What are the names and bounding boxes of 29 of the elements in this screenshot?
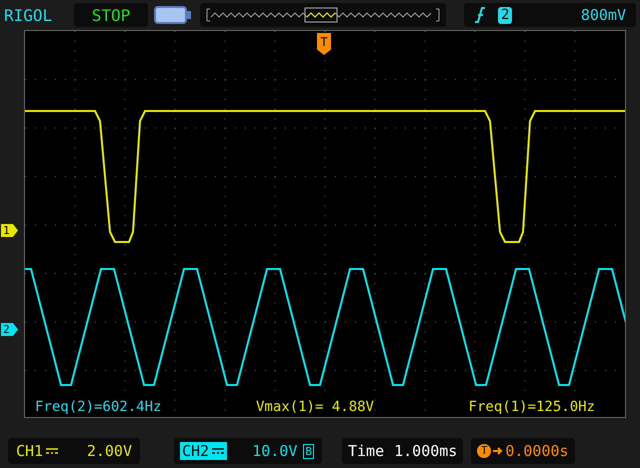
timebase-readout[interactable]: Time 1.000ms bbox=[342, 438, 464, 464]
scale-value: 2.00V bbox=[86, 442, 132, 460]
trigger-offset-value: 0.0000s bbox=[505, 442, 569, 460]
measurement-readout: Freq(2)=602.4Hz bbox=[35, 399, 162, 415]
rising-edge-icon bbox=[474, 7, 486, 23]
timebase-value: 1.000ms bbox=[394, 442, 458, 460]
measurement-readout: Freq(1)=125.0Hz bbox=[468, 399, 595, 415]
channel-label: CH2 bbox=[180, 442, 228, 460]
dc-coupling-icon bbox=[45, 447, 60, 455]
trigger-source: 2 bbox=[498, 6, 512, 24]
arrow-icon bbox=[493, 446, 504, 456]
channel-label: CH1 bbox=[14, 442, 62, 460]
bandwidth-limit-indicator: B bbox=[303, 444, 314, 458]
trigger-marker: T bbox=[317, 33, 331, 55]
channel-scale[interactable]: CH1 2.00V bbox=[8, 438, 140, 464]
battery-icon bbox=[154, 5, 192, 25]
trigger-status[interactable]: 2 800mV bbox=[464, 3, 636, 27]
trigger-offset-readout[interactable]: T 0.0000s bbox=[471, 438, 575, 464]
timebase-label: Time bbox=[348, 442, 384, 460]
dc-coupling-icon bbox=[211, 447, 226, 455]
trigger-level: 800mV bbox=[580, 6, 626, 24]
measurement-readout: Vmax(1)= 4.88V bbox=[256, 399, 374, 415]
run-state-indicator[interactable]: STOP bbox=[74, 3, 148, 27]
trigger-badge: T bbox=[477, 444, 492, 458]
scale-value: 10.0V bbox=[252, 442, 298, 460]
channel-marker: 1 bbox=[1, 224, 18, 237]
brand-logo: RIGOL bbox=[4, 6, 54, 24]
channel-marker: 2 bbox=[1, 323, 18, 336]
channel-scale[interactable]: CH2 10.0V B bbox=[174, 438, 322, 464]
